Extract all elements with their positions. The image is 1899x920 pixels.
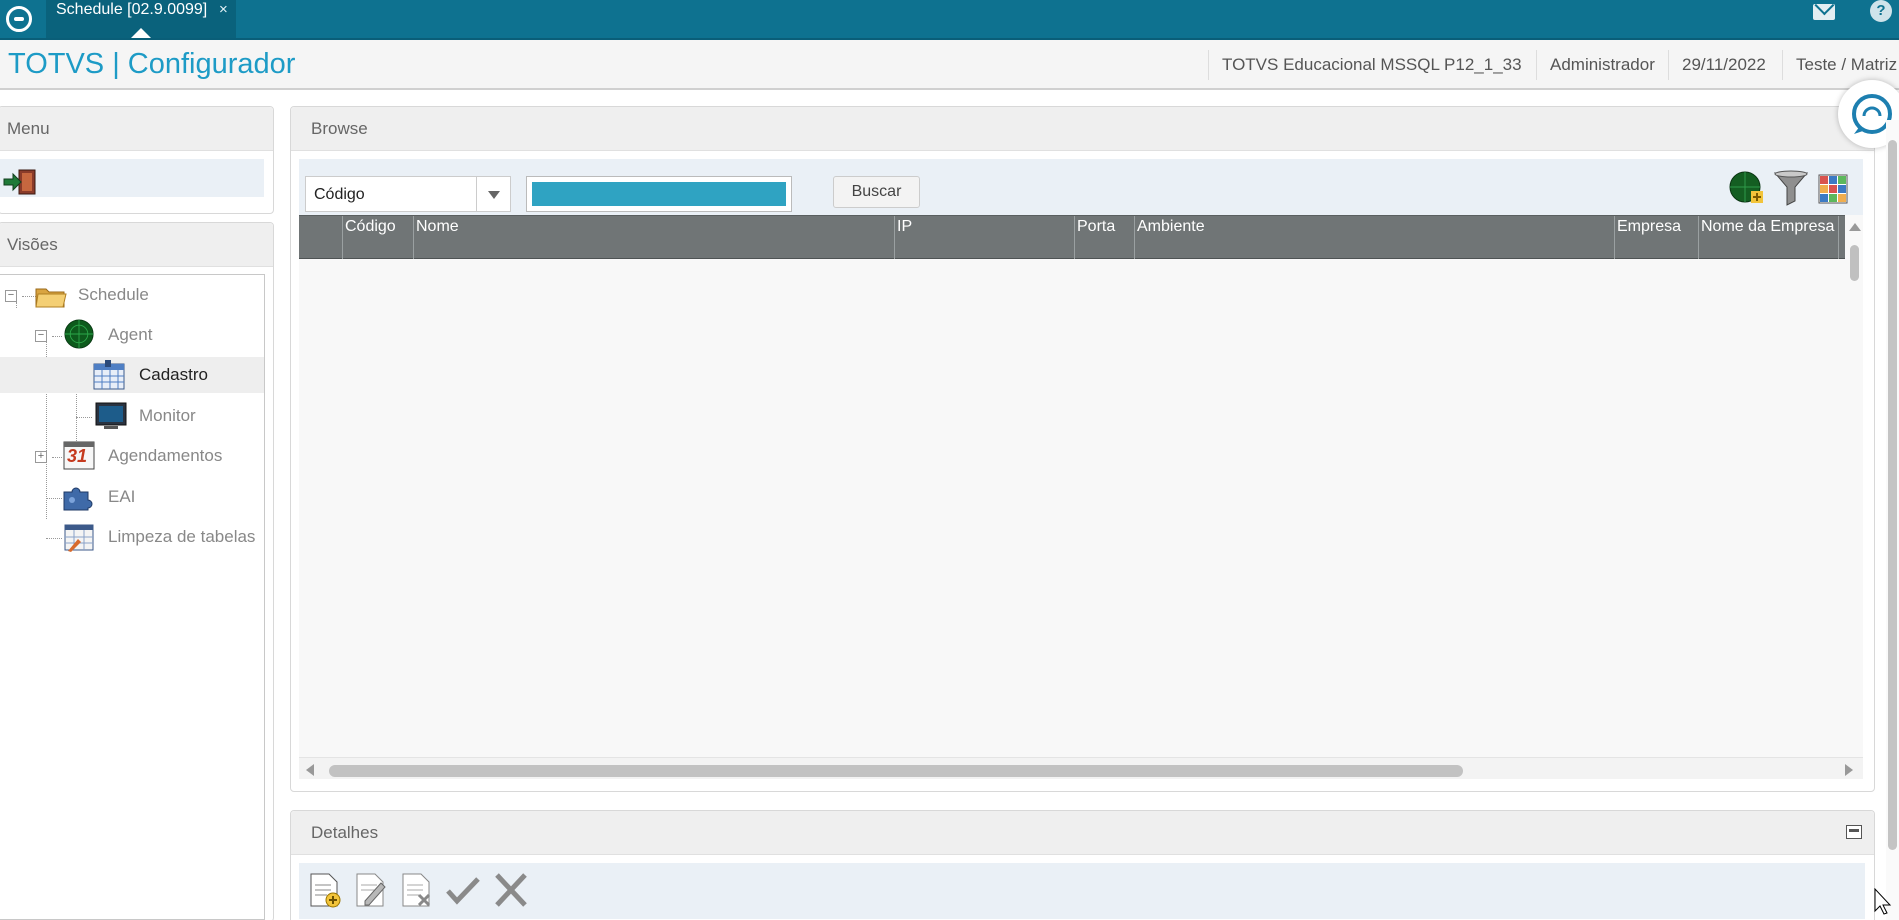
tree-view: − Schedule − Agent Cadastro Monitor + 31… [0, 274, 265, 920]
tree-connector [46, 538, 62, 539]
help-icon[interactable]: ? [1870, 0, 1892, 22]
calendar-31-number: 31 [67, 446, 88, 466]
tree-item-agendamentos[interactable]: Agendamentos [108, 438, 222, 474]
menu-panel: Menu [0, 106, 274, 214]
app-title: TOTVS | Configurador [8, 48, 296, 80]
tree-item-label: Limpeza de tabelas [108, 527, 256, 546]
tree-item-agent[interactable]: Agent [108, 317, 152, 353]
collapse-icon[interactable] [1846, 825, 1862, 839]
column-header-porta[interactable]: Porta [1075, 216, 1135, 259]
search-input-wrapper [526, 176, 792, 212]
detalhes-panel: Detalhes [290, 810, 1875, 920]
grid-header: Código Nome IP Porta Ambiente Empresa No… [299, 215, 1845, 259]
add-record-icon[interactable] [1729, 169, 1765, 207]
tree-connector [52, 457, 62, 458]
filter-icon[interactable] [1773, 169, 1809, 207]
column-header-nome-da-empresa[interactable]: Nome da Empresa [1699, 216, 1839, 259]
grid-horizontal-scrollbar[interactable] [299, 757, 1863, 779]
scroll-thumb[interactable] [1888, 140, 1897, 850]
radar-globe-icon [64, 319, 94, 349]
puzzle-icon [63, 487, 93, 511]
menu-toolbar [0, 159, 264, 197]
tree-connector [76, 417, 92, 418]
mouse-cursor-icon [1874, 888, 1892, 915]
company-info[interactable]: Teste / Matriz [1782, 50, 1897, 80]
tree-item-cadastro[interactable]: Cadastro [0, 357, 264, 393]
table-clean-icon [64, 524, 94, 552]
user-info[interactable]: Administrador [1536, 50, 1668, 80]
tree-connector [52, 336, 62, 337]
browse-panel-title: Browse [291, 107, 1874, 151]
column-header-codigo[interactable]: Código [343, 216, 414, 259]
chevron-down-icon[interactable] [476, 177, 510, 211]
totvs-logo-icon[interactable] [6, 6, 32, 32]
edit-document-icon[interactable] [353, 871, 389, 909]
page-vertical-scrollbar[interactable] [1886, 120, 1899, 920]
calendar-31-icon: 31 [62, 440, 96, 470]
grid-row-selector-column [299, 216, 343, 259]
tree-item-label: Cadastro [139, 365, 208, 384]
delete-document-icon[interactable] [399, 871, 435, 909]
tree-connector [16, 302, 17, 308]
tree-item-label: Agendamentos [108, 446, 223, 465]
tree-connector [46, 498, 62, 499]
mail-icon[interactable] [1813, 4, 1835, 20]
scroll-thumb[interactable] [1850, 245, 1859, 281]
search-bar: Código Buscar [299, 159, 1863, 215]
grid-body[interactable] [299, 259, 1845, 757]
folder-icon [35, 288, 67, 308]
tree-toggle-agent[interactable]: − [35, 330, 47, 342]
date-info[interactable]: 29/11/2022 [1668, 50, 1779, 80]
column-header-ambiente[interactable]: Ambiente [1135, 216, 1615, 259]
column-header-ip[interactable]: IP [895, 216, 1075, 259]
cancel-x-icon[interactable] [493, 871, 529, 909]
browse-panel: Browse Código Buscar Código Nome IP Port… [290, 106, 1875, 847]
detalhes-toolbar [299, 863, 1865, 919]
tree-item-monitor[interactable]: Monitor [139, 398, 196, 434]
top-bar: Schedule [02.9.0099] × ? [0, 0, 1899, 40]
detalhes-panel-title: Detalhes [291, 811, 1874, 855]
tree-item-eai[interactable]: EAI [108, 479, 135, 515]
monitor-icon [95, 402, 127, 429]
menu-panel-title: Menu [0, 107, 273, 151]
new-document-icon[interactable] [307, 871, 343, 909]
tree-item-limpeza-de-tabelas[interactable]: Limpeza de tabelas [108, 519, 255, 555]
tree-item-schedule[interactable]: Schedule [78, 277, 149, 313]
tree-toggle-agendamentos[interactable]: + [35, 451, 47, 463]
detalhes-title-text: Detalhes [311, 823, 379, 842]
calendar-grid-icon [93, 360, 125, 390]
tab-schedule[interactable]: Schedule [02.9.0099] × [46, 0, 236, 38]
scroll-thumb[interactable] [329, 765, 1463, 777]
scroll-up-icon[interactable] [1849, 223, 1861, 231]
search-field-select[interactable]: Código [305, 176, 511, 212]
grid-config-icon[interactable] [1815, 169, 1851, 207]
visoes-panel-title: Visões [0, 223, 273, 267]
tab-label: Schedule [02.9.0099] [56, 1, 208, 18]
exit-icon[interactable] [3, 169, 39, 195]
tree-item-label: EAI [108, 487, 136, 506]
column-header-nome[interactable]: Nome [414, 216, 895, 259]
search-field-value: Código [314, 186, 365, 203]
search-button[interactable]: Buscar [833, 176, 920, 208]
tree-toggle-schedule[interactable]: − [5, 290, 17, 302]
environment-info[interactable]: TOTVS Educacional MSSQL P12_1_33 [1208, 50, 1535, 80]
confirm-check-icon[interactable] [445, 871, 481, 909]
tab-close-icon[interactable]: × [219, 0, 228, 20]
tree-item-label: Schedule [78, 285, 149, 304]
column-header-empresa[interactable]: Empresa [1615, 216, 1699, 259]
search-input[interactable] [532, 182, 786, 206]
grid-vertical-scrollbar[interactable] [1845, 215, 1863, 847]
tree-item-label: Monitor [139, 406, 196, 425]
tab-active-caret [131, 28, 151, 38]
scroll-right-icon[interactable] [1845, 764, 1853, 776]
title-bar: TOTVS | Configurador TOTVS Educacional M… [0, 40, 1899, 90]
tree-item-label: Agent [108, 325, 153, 344]
scroll-left-icon[interactable] [306, 764, 314, 776]
